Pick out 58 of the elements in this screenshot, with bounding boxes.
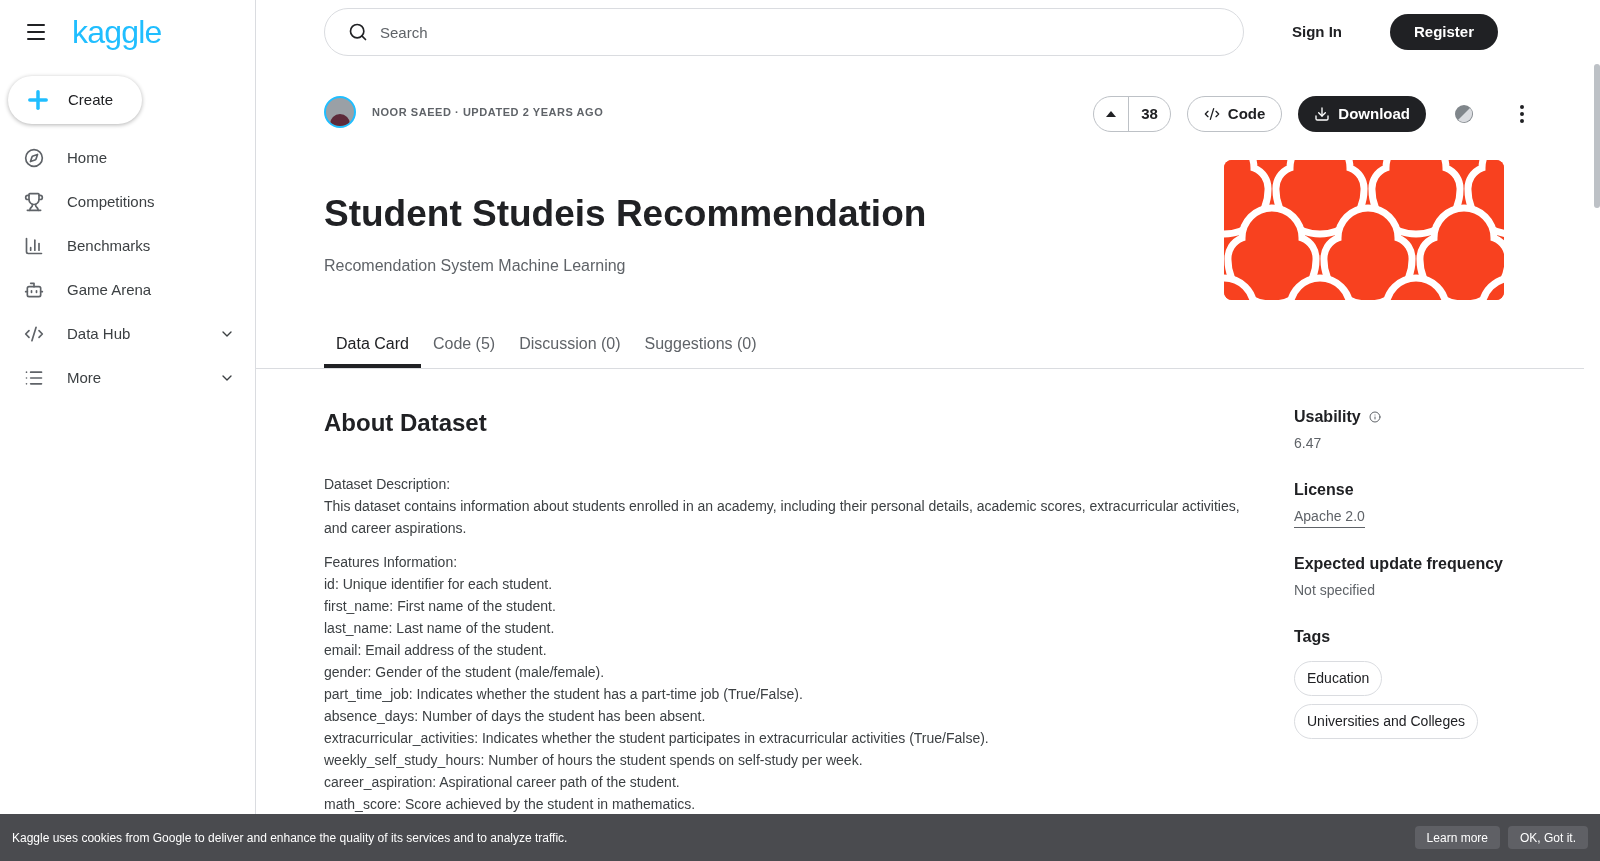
trophy-icon [24,192,44,212]
detail-label: Tags [1294,627,1332,647]
sidebar-item[interactable]: Home [0,136,255,180]
detail-value: Not specified [1294,581,1376,600]
description-text: last_name: Last name of the student. [324,619,556,638]
half-circle-icon[interactable] [1454,104,1474,124]
sign-in-link[interactable]: Sign In [1291,20,1342,44]
create-button[interactable]: Create [8,76,142,124]
description-text: math_score: Score achieved by the student in mathematics. [324,795,697,814]
tab[interactable]: Suggestions (0) [632,328,769,368]
detail-value: 6.47 [1294,434,1323,453]
section-heading: About Dataset [324,408,488,438]
vote-count: 38 [1140,103,1159,124]
robot-icon [24,280,44,300]
sidebar-item[interactable]: Data Hub [0,312,255,356]
compass-icon [24,148,44,168]
sidebar-item[interactable]: More [0,356,255,400]
detail-label: Expected update frequency [1294,554,1504,574]
tab[interactable]: Discussion (0) [507,328,633,368]
description-text: first_name: First name of the student. [324,597,557,616]
triangle-up-icon [1106,111,1117,117]
detail-label: Usability [1294,407,1361,427]
cookie-button[interactable]: Learn more [1414,826,1500,849]
code-icon [24,324,44,344]
download-button[interactable]: Download [1298,96,1426,132]
search-field[interactable]: Search [324,8,1244,56]
license-link[interactable]: Apache 2.0 [1294,506,1365,528]
sidebar-item[interactable]: Benchmarks [0,224,255,268]
description-text: gender: Gender of the student (male/female). [324,663,606,682]
bar-chart-icon [24,236,44,256]
dataset-title: Student Studeis Recommendation [324,192,928,236]
sidebar-item[interactable]: Competitions [0,180,255,224]
description-text: This dataset contains information about students enrolled in an academy, including their personal details, academic scores, extracurricular activities, and career aspirations. [324,497,1241,538]
description-text: career_aspiration: Aspirational career path of the student. [324,773,681,792]
search-icon [348,22,368,42]
register-button[interactable]: Register [1389,14,1498,50]
scrollbar-thumb[interactable] [1594,64,1600,208]
avatar[interactable] [324,96,356,128]
description-text: email: Email address of the student. [324,641,548,660]
cookie-message: Kaggle uses cookies from Google to deliver and enhance the quality of its services and to analyze traffic. [12,829,569,847]
description-text: Features Information: [324,553,459,572]
description-text: absence_days: Number of days the student has been absent. [324,707,707,726]
sidebar-item[interactable]: Game Arena [0,268,255,312]
info-icon[interactable] [1368,411,1381,423]
description-text: part_time_job: Indicates whether the student has a part-time job (True/False). [324,685,804,704]
list-icon [24,368,44,388]
tab[interactable]: Data Card [324,328,421,368]
download-icon [1314,106,1331,122]
byline: NOOR SAEED · UPDATED 2 YEARS AGO [372,104,604,120]
dataset-subtitle: Recomendation System Machine Learning [324,255,627,276]
description-text: id: Unique identifier for each student. [324,575,554,594]
description-text: extracurricular_activities: Indicates whether the student participates in extracurricular activities (True/False). [324,729,990,748]
cookie-button[interactable]: OK, Got it. [1508,826,1588,849]
detail-label: License [1294,480,1355,500]
description-text: Dataset Description: [324,475,452,494]
description-text: weekly_self_study_hours: Number of hours the student spends on self-study per week. [324,751,864,770]
tab[interactable]: Code (5) [420,328,508,368]
code-icon [1203,106,1220,122]
